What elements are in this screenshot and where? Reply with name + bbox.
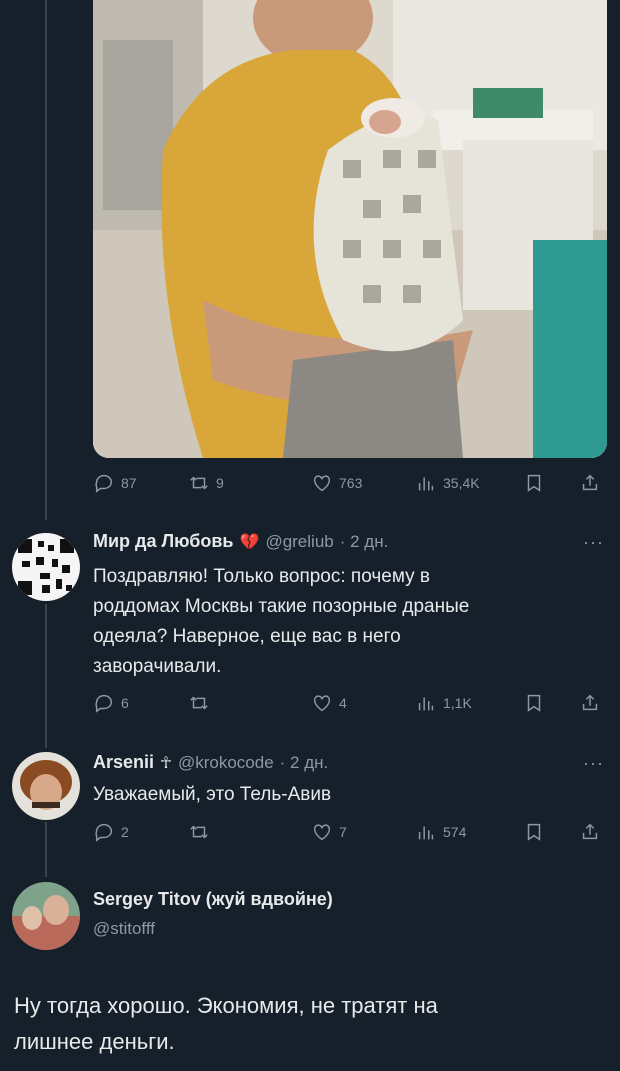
main-tweet-actions: 87 9 763 35,4K — [93, 472, 613, 496]
reply-icon — [95, 694, 113, 713]
reply-actions: 2 7 574 — [93, 821, 613, 845]
reply-text: Поздравляю! Только вопрос: почему в родд… — [93, 562, 583, 682]
more-options-button[interactable]: ··· — [583, 753, 604, 774]
reply-count: 2 — [121, 824, 129, 840]
text-line: роддомах Москвы такие позорные драные — [93, 596, 470, 617]
share-icon — [582, 474, 598, 491]
heart-icon — [313, 475, 331, 492]
avatar[interactable] — [12, 752, 80, 820]
views-count: 1,1K — [443, 695, 472, 711]
ankh-icon: ☥ — [160, 754, 172, 772]
views-button[interactable]: 1,1K — [415, 692, 472, 714]
views-icon — [418, 826, 434, 840]
reply-count: 87 — [121, 475, 137, 491]
text-line: заворачивали. — [93, 656, 222, 677]
share-button[interactable] — [579, 692, 601, 714]
thread-line — [45, 822, 47, 877]
retweet-icon — [190, 696, 208, 710]
share-icon — [582, 823, 598, 840]
author-handle[interactable]: @krokocode — [178, 753, 274, 773]
like-count: 763 — [339, 475, 363, 491]
retweet-button[interactable] — [188, 821, 210, 843]
reply-button[interactable]: 2 — [93, 821, 129, 843]
share-button[interactable] — [579, 472, 601, 494]
thread-line — [45, 604, 47, 748]
timestamp[interactable]: · 2 дн. — [340, 532, 389, 552]
timestamp[interactable]: · 2 дн. — [280, 753, 329, 773]
retweet-icon — [190, 825, 208, 839]
reply-button[interactable]: 87 — [93, 472, 137, 494]
bookmark-button[interactable] — [523, 472, 545, 494]
bookmark-icon — [527, 823, 541, 841]
share-icon — [582, 694, 598, 711]
author-name[interactable]: Arsenii — [93, 752, 154, 773]
text-line: Уважаемый, это Тель-Авив — [93, 784, 332, 805]
reply-text: Уважаемый, это Тель-Авив — [93, 780, 583, 810]
share-button[interactable] — [579, 821, 601, 843]
views-button[interactable]: 35,4K — [415, 472, 480, 494]
text-line: одеяла? Наверное, еще вас в него — [93, 626, 401, 647]
like-count: 7 — [339, 824, 347, 840]
tweet-photo[interactable] — [93, 0, 607, 458]
bookmark-icon — [527, 694, 541, 712]
like-count: 4 — [339, 695, 347, 711]
views-count: 574 — [443, 824, 467, 840]
retweet-count: 9 — [216, 475, 224, 491]
retweet-button[interactable] — [188, 692, 210, 714]
reply-actions: 6 4 1,1K — [93, 692, 613, 716]
focus-tweet-handle-row: @stitofff — [93, 919, 155, 939]
author-name[interactable]: Мир да Любовь — [93, 531, 234, 552]
views-icon — [418, 697, 434, 711]
broken-heart-icon: 💔 — [239, 533, 260, 551]
heart-icon — [313, 824, 331, 841]
author-handle[interactable]: @stitofff — [93, 919, 155, 939]
retweet-icon — [190, 476, 208, 490]
avatar[interactable] — [12, 882, 80, 950]
reply-icon — [95, 823, 113, 842]
heart-icon — [313, 695, 331, 712]
views-button[interactable]: 574 — [415, 821, 466, 843]
bookmark-button[interactable] — [523, 821, 545, 843]
text-line: лишнее деньги. — [14, 1029, 175, 1054]
retweet-button[interactable]: 9 — [188, 472, 224, 494]
more-options-button[interactable]: ··· — [583, 532, 604, 553]
reply-icon — [95, 474, 113, 493]
views-icon — [418, 477, 434, 491]
bookmark-button[interactable] — [523, 692, 545, 714]
author-handle[interactable]: @greliub — [265, 532, 333, 552]
thread-line — [45, 0, 47, 520]
reply-button[interactable]: 6 — [93, 692, 129, 714]
author-name[interactable]: Sergey Titov (жуй вдвойне) — [93, 889, 333, 910]
focus-tweet-text: Ну тогда хорошо. Экономия, не тратят на … — [14, 988, 594, 1060]
like-button[interactable]: 4 — [311, 692, 347, 714]
text-line: Ну тогда хорошо. Экономия, не тратят на — [14, 993, 438, 1018]
views-count: 35,4K — [443, 475, 480, 491]
like-button[interactable]: 763 — [311, 472, 362, 494]
focus-tweet-header: Sergey Titov (жуй вдвойне) — [93, 889, 333, 910]
bookmark-icon — [527, 474, 541, 492]
avatar[interactable] — [12, 533, 80, 601]
text-line: Поздравляю! Только вопрос: почему в — [93, 566, 430, 587]
reply-header: Мир да Любовь 💔 @greliub · 2 дн. — [93, 531, 388, 552]
reply-count: 6 — [121, 695, 129, 711]
reply-header: Arsenii ☥ @krokocode · 2 дн. — [93, 752, 328, 773]
like-button[interactable]: 7 — [311, 821, 347, 843]
